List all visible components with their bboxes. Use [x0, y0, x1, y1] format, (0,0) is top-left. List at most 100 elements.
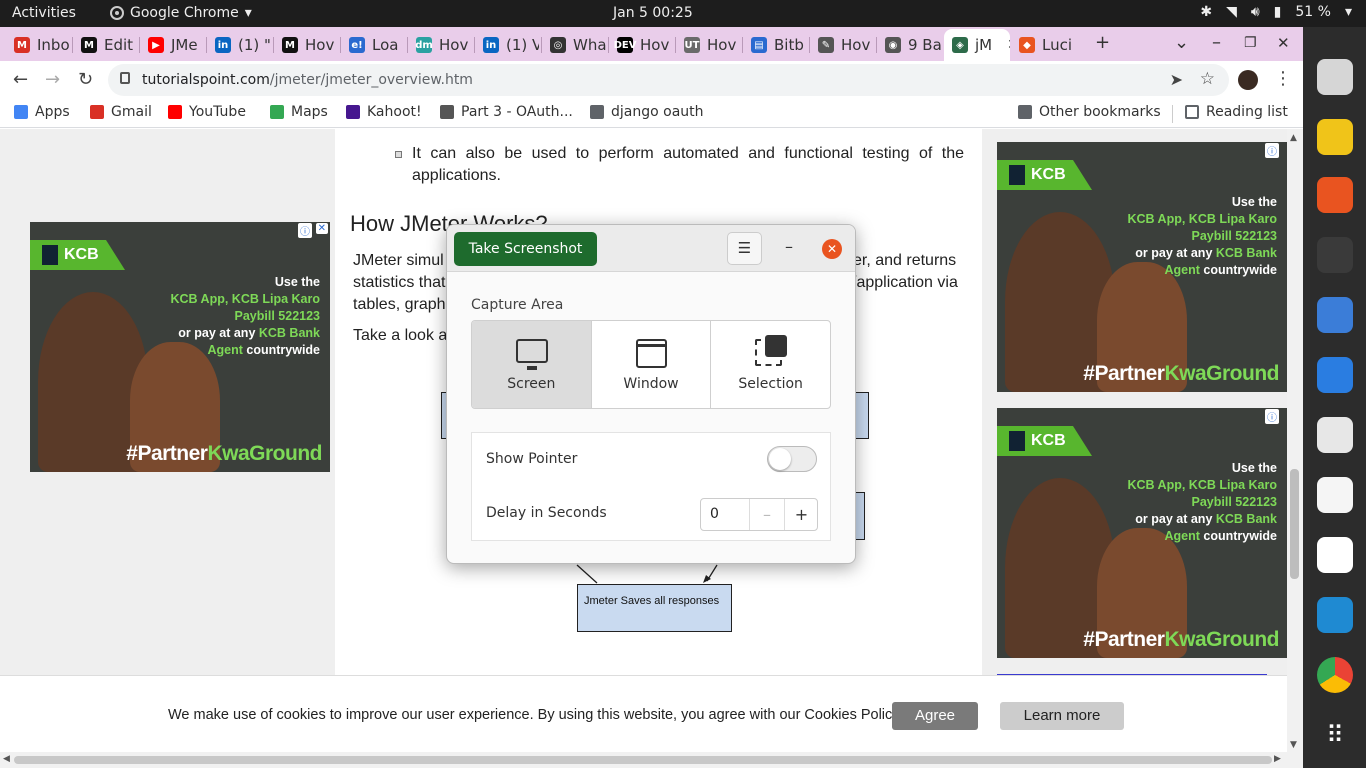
lock-icon[interactable] [120, 72, 130, 84]
bookmark-item[interactable]: Apps [14, 104, 70, 120]
capture-area-label: Capture Area [471, 297, 564, 313]
browser-tab[interactable]: ▶ JMe [140, 31, 204, 59]
scroll-right-icon[interactable]: ▶ [1274, 754, 1281, 764]
rhythmbox-icon[interactable] [1317, 119, 1353, 155]
ad-hashtag: #PartnerKwaGround [126, 442, 322, 466]
horizontal-scrollbar[interactable]: ◀ ▶ [0, 752, 1303, 768]
text-editor-icon[interactable] [1317, 477, 1353, 513]
browser-tab[interactable]: in (1) V [475, 31, 539, 59]
ad-banner-left[interactable]: KCB Use the KCB App, KCB Lipa Karo Paybi… [30, 222, 330, 472]
other-bookmarks[interactable]: Other bookmarks [1018, 104, 1161, 120]
delay-value[interactable]: 0 [710, 506, 719, 522]
browser-tab[interactable]: DEV Hov [609, 31, 673, 59]
new-tab-button[interactable]: + [1095, 32, 1110, 53]
bookmark-item[interactable]: Maps [270, 104, 328, 120]
increment-button[interactable]: + [784, 499, 818, 530]
ad-banner-right-bottom[interactable]: KCB Use the KCB App, KCB Lipa Karo Paybi… [997, 408, 1287, 658]
ad-text-fragment: #Partner [1083, 628, 1165, 651]
tab-search-button[interactable]: ⌄ [1174, 32, 1189, 53]
system-tray[interactable]: ✱ ◥ 🔊︎ ▮ 51 % ▾ [1200, 4, 1352, 20]
bookmark-item[interactable]: Gmail [90, 104, 152, 120]
ad-info-icon[interactable]: ⓘ [298, 223, 312, 238]
dialog-close-button[interactable]: ✕ [822, 239, 842, 259]
browser-tab[interactable]: M Hov [274, 31, 338, 59]
app-menu[interactable]: Google Chrome ▾ [110, 5, 252, 21]
scroll-up-icon[interactable]: ▲ [1290, 133, 1297, 143]
mode-selection-button[interactable]: Selection [711, 321, 830, 408]
decrement-button[interactable]: – [749, 499, 784, 530]
browser-tab[interactable]: ◆ Luci [1011, 31, 1075, 59]
bookmark-item[interactable]: YouTube [168, 104, 246, 120]
ad-info-icon[interactable]: ⓘ [1265, 143, 1279, 158]
browser-tab[interactable]: e! Loa [341, 31, 405, 59]
scrollbar-thumb[interactable] [1290, 469, 1299, 579]
more-menu-icon[interactable]: ⋮ [1274, 68, 1292, 89]
bookmark-star-icon[interactable]: ☆ [1200, 69, 1215, 89]
scrollbar-thumb[interactable] [14, 756, 1272, 764]
profile-avatar[interactable] [1238, 70, 1258, 90]
mode-label: Screen [507, 376, 556, 392]
paragraph-fragment: /application via [852, 274, 958, 291]
send-to-devices-icon[interactable]: ➤ [1170, 70, 1183, 89]
window-close-button[interactable]: ✕ [1277, 34, 1290, 52]
browser-tab[interactable]: dm Hov [408, 31, 472, 59]
scroll-down-icon[interactable]: ▼ [1290, 740, 1297, 750]
address-bar[interactable]: tutorialspoint.com/jmeter/jmeter_overvie… [108, 64, 1229, 96]
agree-button[interactable]: Agree [892, 702, 978, 730]
browser-tab[interactable]: UT Hov [676, 31, 740, 59]
browser-tab[interactable]: M Edit [73, 31, 137, 59]
vscode-icon[interactable] [1317, 597, 1353, 633]
bookmark-item[interactable]: django oauth [590, 104, 704, 120]
slack-icon[interactable] [1317, 537, 1353, 573]
tab-separator [273, 37, 274, 53]
browser-tab[interactable]: ◎ Wha [542, 31, 606, 59]
forward-icon[interactable]: → [45, 69, 60, 90]
hamburger-menu-icon[interactable]: ☰ [727, 232, 762, 265]
browser-tab[interactable]: ▤ Bitb [743, 31, 807, 59]
software-center-icon[interactable] [1317, 177, 1353, 213]
browser-tab[interactable]: M Inbo [6, 31, 70, 59]
show-pointer-toggle[interactable] [767, 446, 817, 472]
clock[interactable]: Jan 5 00:25 [613, 5, 693, 21]
reading-list[interactable]: Reading list [1185, 104, 1288, 120]
thunderbird-icon[interactable] [1317, 357, 1353, 393]
take-screenshot-button[interactable]: Take Screenshot [454, 232, 597, 266]
battery-icon: ▮ [1273, 4, 1282, 20]
document-viewer-icon[interactable] [1317, 417, 1353, 453]
window-minimize-button[interactable]: – [1212, 32, 1221, 53]
window-restore-button[interactable]: ❐ [1244, 35, 1257, 51]
bookmark-item[interactable]: Kahoot! [346, 104, 422, 120]
tab-close-icon[interactable]: ✕ [1007, 37, 1010, 53]
mode-window-button[interactable]: Window [592, 321, 712, 408]
terminal-icon[interactable] [1317, 237, 1353, 273]
delay-spinbutton[interactable]: 0 – + [700, 498, 818, 531]
tab-title: (1) " [238, 36, 271, 54]
browser-tab[interactable]: ◉ 9 Ba [877, 31, 941, 59]
ad-banner-right-top[interactable]: KCB Use the KCB App, KCB Lipa Karo Paybi… [997, 142, 1287, 392]
url-text[interactable]: tutorialspoint.com/jmeter/jmeter_overvie… [142, 72, 473, 88]
learn-more-button[interactable]: Learn more [1000, 702, 1124, 730]
activities-button[interactable]: Activities [12, 5, 76, 21]
bookmark-item[interactable]: Part 3 - OAuth... [440, 104, 573, 120]
tab-favicon-icon: ◉ [885, 37, 901, 53]
ad-info-icon[interactable]: ⓘ [1265, 409, 1279, 424]
scroll-left-icon[interactable]: ◀ [3, 754, 10, 764]
ad-line: Agent countrywide [1127, 528, 1277, 545]
ad-line: KCB App, KCB Lipa Karo [1127, 478, 1277, 492]
show-apps-icon[interactable]: ⠿ [1317, 717, 1353, 753]
search-app-icon[interactable] [1317, 59, 1353, 95]
dialog-minimize-button[interactable]: – [785, 237, 793, 256]
back-icon[interactable]: ← [13, 69, 28, 90]
tab-title: Edit [104, 36, 134, 54]
chrome-icon[interactable] [1317, 657, 1353, 693]
ad-text-fragment: Kwa [1164, 628, 1207, 651]
ad-close-icon[interactable]: ✕ [315, 223, 328, 234]
reload-icon[interactable]: ↻ [78, 69, 93, 90]
bookmark-label: Apps [35, 104, 70, 120]
browser-tab[interactable]: ◈ jM ✕ [944, 29, 1010, 61]
browser-tab[interactable]: in (1) " [207, 31, 271, 59]
vertical-scrollbar[interactable]: ▲ ▼ [1287, 129, 1303, 752]
browser-tab[interactable]: ✎ Hov [810, 31, 874, 59]
mode-screen-button[interactable]: Screen [472, 321, 592, 408]
archive-manager-icon[interactable] [1317, 297, 1353, 333]
